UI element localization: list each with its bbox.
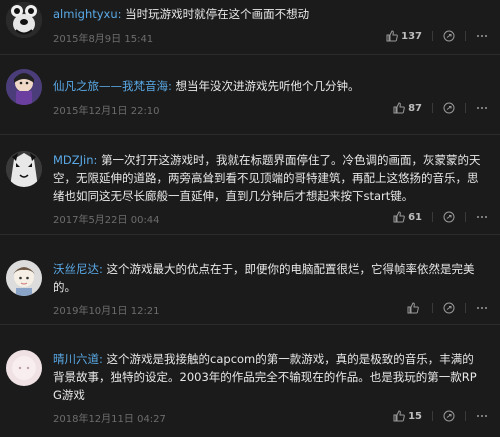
comment-body: 晴川六道: 这个游戏是我接触的capcom的第一款游戏，真的是极致的音乐，丰满的… xyxy=(53,350,482,404)
comment-meta: 2017年5月22日 00:44 61 xyxy=(53,211,488,227)
avatar[interactable] xyxy=(6,69,42,105)
like-button[interactable]: 61 xyxy=(393,211,422,223)
comment-meta: 2015年12月1日 22:10 87 xyxy=(53,102,488,118)
share-icon[interactable] xyxy=(443,302,455,314)
like-count: 137 xyxy=(401,30,422,42)
comment-item: 仙凡之旅——我梵音海: 想当年没次进游戏先听他个几分钟。 2015年12月1日 … xyxy=(0,55,500,135)
like-count: 15 xyxy=(408,410,422,422)
comment-item: almightyxu: 当时玩游戏时就停在这个画面不想动 2015年8月9日 1… xyxy=(0,0,500,55)
comment-body: MDZJin: 第一次打开这游戏时，我就在标题界面停住了。冷色调的画面，灰蒙蒙的… xyxy=(53,151,482,205)
comment-actions: 15 xyxy=(393,410,488,422)
comment-item: 沃丝尼达: 这个游戏最大的优点在于，即便你的电脑配置很烂，它得帧率依然是完美的。… xyxy=(0,235,500,325)
avatar[interactable] xyxy=(6,350,42,386)
more-icon[interactable] xyxy=(476,302,488,314)
thumbs-up-icon xyxy=(393,410,405,422)
comment-body: almightyxu: 当时玩游戏时就停在这个画面不想动 xyxy=(53,5,482,23)
more-icon[interactable] xyxy=(476,410,488,422)
comment-actions: 87 xyxy=(393,102,488,114)
comment-text: 这个游戏最大的优点在于，即便你的电脑配置很烂，它得帧率依然是完美的。 xyxy=(53,262,475,294)
divider xyxy=(432,303,433,313)
more-icon[interactable] xyxy=(476,102,488,114)
avatar[interactable] xyxy=(6,260,42,296)
comment-actions xyxy=(407,302,488,314)
comment-username[interactable]: 晴川六道: xyxy=(53,352,103,366)
comment-meta: 2018年12月11日 04:27 15 xyxy=(53,410,488,426)
comment-meta: 2015年8月9日 15:41 137 xyxy=(53,30,488,46)
avatar-image xyxy=(6,350,42,386)
comment-time: 2015年8月9日 15:41 xyxy=(53,34,154,45)
comment-time: 2017年5月22日 00:44 xyxy=(53,215,160,226)
comment-list: almightyxu: 当时玩游戏时就停在这个画面不想动 2015年8月9日 1… xyxy=(0,0,500,437)
divider xyxy=(465,103,466,113)
divider xyxy=(432,31,433,41)
comment-username[interactable]: almightyxu: xyxy=(53,7,122,21)
thumbs-up-icon xyxy=(407,302,419,314)
avatar-image xyxy=(6,2,42,38)
divider xyxy=(465,31,466,41)
comment-time: 2019年10月1日 12:21 xyxy=(53,306,160,317)
like-button[interactable]: 87 xyxy=(393,102,422,114)
comment-username[interactable]: 沃丝尼达: xyxy=(53,262,103,276)
comment-username[interactable]: MDZJin: xyxy=(53,153,97,167)
comment-text: 这个游戏是我接触的capcom的第一款游戏，真的是极致的音乐，丰满的背景故事，独… xyxy=(53,352,477,402)
avatar[interactable] xyxy=(6,2,42,38)
thumbs-up-icon xyxy=(386,30,398,42)
avatar-image xyxy=(6,69,42,105)
avatar-image xyxy=(6,260,42,296)
comment-time: 2018年12月11日 04:27 xyxy=(53,414,166,425)
more-icon[interactable] xyxy=(476,211,488,223)
like-button[interactable]: 15 xyxy=(393,410,422,422)
like-button[interactable]: 137 xyxy=(386,30,422,42)
thumbs-up-icon xyxy=(393,102,405,114)
divider xyxy=(432,103,433,113)
divider xyxy=(432,212,433,222)
divider xyxy=(432,411,433,421)
comment-time: 2015年12月1日 22:10 xyxy=(53,106,160,117)
comment-text: 第一次打开这游戏时，我就在标题界面停住了。冷色调的画面，灰蒙蒙的天空，无限延伸的… xyxy=(53,153,481,203)
share-icon[interactable] xyxy=(443,30,455,42)
like-count: 61 xyxy=(408,211,422,223)
thumbs-up-icon xyxy=(393,211,405,223)
divider xyxy=(465,411,466,421)
divider xyxy=(465,303,466,313)
comment-actions: 61 xyxy=(393,211,488,223)
like-count: 87 xyxy=(408,102,422,114)
share-icon[interactable] xyxy=(443,410,455,422)
comment-text: 想当年没次进游戏先听他个几分钟。 xyxy=(175,79,360,93)
avatar[interactable] xyxy=(6,151,42,187)
divider xyxy=(465,212,466,222)
like-button[interactable] xyxy=(407,302,422,314)
comment-actions: 137 xyxy=(386,30,488,42)
avatar-image xyxy=(6,151,42,187)
comment-body: 沃丝尼达: 这个游戏最大的优点在于，即便你的电脑配置很烂，它得帧率依然是完美的。 xyxy=(53,260,482,296)
comment-item: MDZJin: 第一次打开这游戏时，我就在标题界面停住了。冷色调的画面，灰蒙蒙的… xyxy=(0,135,500,235)
comment-meta: 2019年10月1日 12:21 xyxy=(53,302,488,318)
share-icon[interactable] xyxy=(443,102,455,114)
comment-body: 仙凡之旅——我梵音海: 想当年没次进游戏先听他个几分钟。 xyxy=(53,77,482,95)
comment-username[interactable]: 仙凡之旅——我梵音海: xyxy=(53,79,172,93)
comment-item: 晴川六道: 这个游戏是我接触的capcom的第一款游戏，真的是极致的音乐，丰满的… xyxy=(0,325,500,437)
more-icon[interactable] xyxy=(476,30,488,42)
comment-text: 当时玩游戏时就停在这个画面不想动 xyxy=(125,7,310,21)
share-icon[interactable] xyxy=(443,211,455,223)
